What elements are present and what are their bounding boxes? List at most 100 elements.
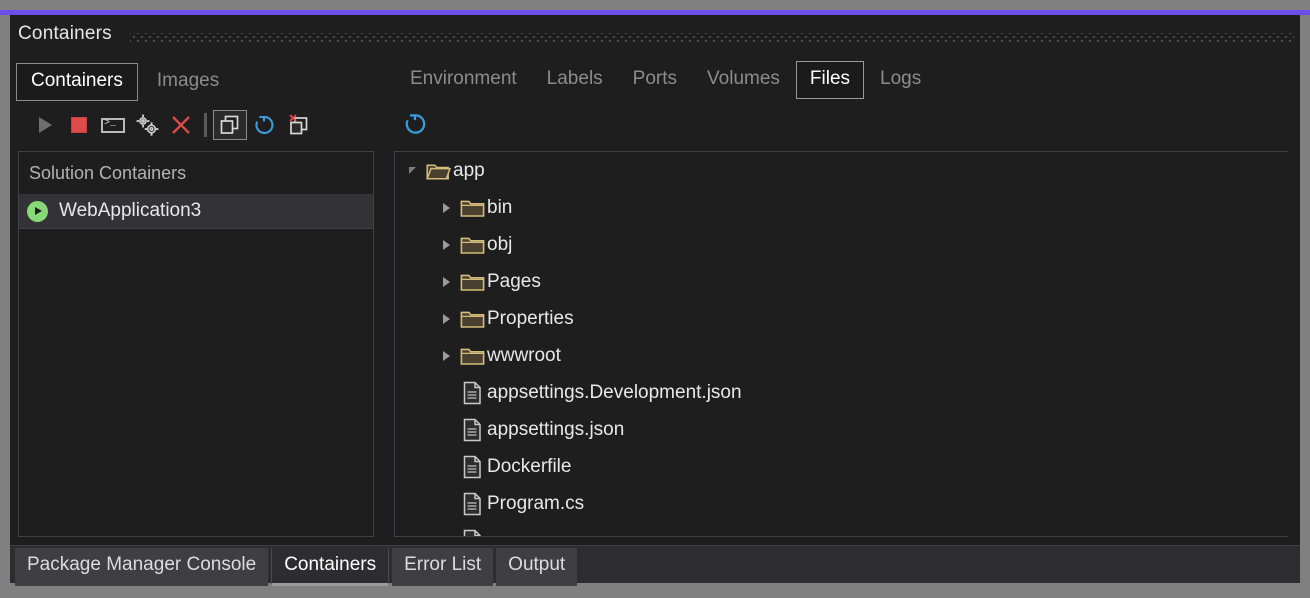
folder-icon [457, 337, 487, 374]
drag-grip-dots-icon[interactable] [130, 33, 1294, 43]
folder-icon [457, 300, 487, 337]
tab-containers-label: Containers [31, 70, 123, 91]
bottom-tab-label: Output [508, 554, 565, 575]
file-tree[interactable]: app bin [394, 151, 1288, 537]
bottom-tab-error-list[interactable]: Error List [392, 548, 493, 586]
tab-labels[interactable]: Labels [533, 61, 617, 99]
tree-row[interactable]: appsettings.json [395, 411, 1288, 448]
chevron-right-icon[interactable] [435, 300, 457, 337]
chevron-right-icon[interactable] [435, 189, 457, 226]
bottom-tabs: Package Manager Console Containers Error… [15, 548, 577, 586]
expander-placeholder [435, 448, 457, 485]
terminal-icon [101, 118, 125, 133]
toolbar-separator [204, 113, 207, 137]
refresh-button[interactable] [247, 110, 281, 140]
close-x-icon [169, 113, 193, 137]
tab-environment[interactable]: Environment [396, 61, 531, 99]
tree-row[interactable]: Properties [395, 300, 1288, 337]
bottom-tab-package-manager-console[interactable]: Package Manager Console [15, 548, 268, 586]
containers-toolbar [28, 108, 315, 142]
tab-files-label: Files [810, 68, 850, 89]
tree-row-label: Program.cs [487, 493, 584, 515]
tool-window-body: Containers Containers Images [10, 15, 1300, 583]
stop-button[interactable] [62, 110, 96, 140]
remove-button[interactable] [164, 110, 198, 140]
refresh-files-button[interactable] [398, 109, 432, 139]
document-icon [457, 485, 487, 522]
tree-row[interactable]: Dockerfile [395, 448, 1288, 485]
chevron-right-icon[interactable] [435, 337, 457, 374]
folder-icon [457, 189, 487, 226]
green-run-circle-icon [27, 201, 48, 222]
container-details-pane: Environment Labels Ports Volumes Files L… [382, 55, 1300, 545]
folder-open-icon [423, 152, 453, 189]
tab-images-label: Images [157, 70, 219, 91]
document-icon [457, 522, 487, 537]
tree-row[interactable]: appsettings.Development.json [395, 374, 1288, 411]
kind-tab-strip: Containers Images [16, 63, 234, 101]
files-toolbar [398, 107, 432, 141]
tree-row[interactable] [395, 522, 1288, 537]
chevron-right-icon[interactable] [435, 226, 457, 263]
tree-row[interactable]: app [395, 152, 1288, 189]
tree-row-label: appsettings.Development.json [487, 382, 742, 404]
open-terminal-button[interactable] [96, 110, 130, 140]
tree-row[interactable]: Pages [395, 263, 1288, 300]
start-button[interactable] [28, 110, 62, 140]
tree-row-label: bin [487, 197, 512, 219]
tree-row[interactable]: obj [395, 226, 1288, 263]
expander-placeholder [435, 485, 457, 522]
tab-logs-label: Logs [880, 68, 921, 89]
tree-row-label: Dockerfile [487, 456, 571, 478]
show-all-containers-toggle[interactable] [213, 110, 247, 140]
tab-files[interactable]: Files [796, 61, 864, 99]
tab-volumes[interactable]: Volumes [693, 61, 794, 99]
page-title: Containers [18, 23, 112, 45]
tab-environment-label: Environment [410, 68, 517, 89]
detail-tab-strip: Environment Labels Ports Volumes Files L… [396, 61, 935, 99]
bottom-tab-containers[interactable]: Containers [271, 548, 389, 586]
tab-labels-label: Labels [547, 68, 603, 89]
play-icon [39, 117, 52, 133]
folder-icon [457, 263, 487, 300]
document-icon [457, 411, 487, 448]
gears-icon [134, 113, 160, 137]
tab-images[interactable]: Images [142, 63, 234, 101]
tree-row-label: obj [487, 234, 512, 256]
tab-logs[interactable]: Logs [866, 61, 935, 99]
bottom-tab-label: Containers [284, 554, 376, 575]
chevron-right-icon[interactable] [435, 263, 457, 300]
document-icon [457, 374, 487, 411]
refresh-circular-arrow-icon [402, 111, 428, 137]
bottom-tab-output[interactable]: Output [496, 548, 577, 586]
settings-button[interactable] [130, 110, 164, 140]
containers-tool-window: Containers Containers Images [0, 0, 1310, 598]
list-item[interactable]: WebApplication3 [19, 194, 373, 228]
tree-row-label: Pages [487, 271, 541, 293]
refresh-circular-arrow-icon [252, 113, 276, 137]
tab-containers[interactable]: Containers [16, 63, 138, 101]
solution-containers-list[interactable]: Solution Containers WebApplication3 [18, 151, 374, 537]
tree-row[interactable]: bin [395, 189, 1288, 226]
tab-volumes-label: Volumes [707, 68, 780, 89]
container-name-label: WebApplication3 [59, 200, 201, 222]
tab-ports[interactable]: Ports [619, 61, 691, 99]
tree-row-label: Properties [487, 308, 574, 330]
tree-row[interactable]: Program.cs [395, 485, 1288, 522]
tool-window-titlebar: Containers [10, 15, 1300, 55]
stop-square-icon [71, 117, 87, 133]
prune-containers-button[interactable] [281, 110, 315, 140]
containers-list-pane: Containers Images [10, 55, 382, 545]
tree-row-label: appsettings.json [487, 419, 624, 441]
expander-placeholder [435, 522, 457, 537]
stacked-windows-delete-icon [285, 113, 311, 137]
tree-row-label: wwwroot [487, 345, 561, 367]
bottom-panel-tab-strip: Package Manager Console Containers Error… [10, 545, 1300, 583]
tree-row[interactable]: wwwroot [395, 337, 1288, 374]
document-icon [457, 448, 487, 485]
tree-row-label: app [453, 160, 485, 182]
list-divider [19, 228, 373, 229]
chevron-down-icon[interactable] [401, 152, 423, 189]
bottom-tab-label: Package Manager Console [27, 554, 256, 575]
expander-placeholder [435, 374, 457, 411]
